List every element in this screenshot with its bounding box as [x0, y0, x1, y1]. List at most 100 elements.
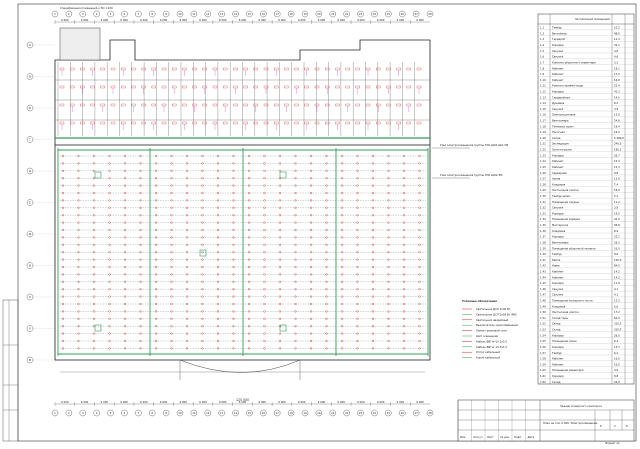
table-cell-area: 8,9 [614, 229, 618, 233]
office-lamp [284, 85, 289, 89]
office-lamp [335, 103, 340, 107]
project-name: Здание складского комплекса [560, 404, 602, 408]
dimension-value: 6 000 [298, 400, 306, 404]
table-cell-number: 1.33 [540, 211, 546, 215]
table-cell-number: 1.9 [540, 72, 544, 76]
office-lamp [274, 67, 279, 71]
table-cell-number: 1.19 [540, 130, 546, 134]
table-cell-number: 1.25 [540, 165, 546, 169]
axis-label: 23 [359, 12, 363, 16]
office-lamp [100, 67, 105, 71]
table-cell-number: 1.36 [540, 229, 546, 233]
office-lamp [151, 85, 156, 89]
office-lamp [223, 121, 228, 125]
table-cell-area: 28,0 [614, 333, 620, 337]
legend-item: Лоток кабельный [476, 350, 500, 354]
table-cell-area: 18,9 [614, 188, 620, 192]
office-lamp [70, 121, 75, 125]
axis-label: 28 [428, 411, 432, 415]
office-lamp [386, 85, 391, 89]
table-cell-name: Кабинет [552, 66, 564, 70]
office-lamp [314, 85, 320, 89]
office-lamp [223, 85, 228, 89]
table-cell-name: Венткамера [552, 119, 569, 123]
axis-label: 16 [262, 12, 266, 16]
table-cell-area: 22,1 [614, 235, 620, 239]
legend-title: Условные обозначения [462, 299, 497, 303]
table-cell-name: Коридор [552, 153, 564, 157]
table-cell-number: 1.8 [540, 66, 544, 70]
table-cell-number: 1.24 [540, 159, 546, 163]
dimension-value: 6 000 [101, 18, 109, 22]
office-lamp [110, 103, 116, 107]
table-cell-name: Экспедиция [552, 142, 569, 146]
office-lamp [141, 67, 146, 71]
table-cell-name: Рампа [552, 258, 561, 262]
office-lamp [90, 67, 95, 71]
table-cell-area: 180,2 [614, 148, 622, 152]
table-cell-number: 1.41 [540, 258, 546, 262]
office-lamp [151, 103, 156, 107]
axis-label: 26 [401, 411, 405, 415]
office-lamp [233, 121, 238, 125]
table-cell-name: Кабинет [552, 72, 564, 76]
axis-label: 17 [276, 12, 280, 16]
dimension-value: 6 000 [160, 400, 168, 404]
room-schedule-table: Экспликация помещений 1.1 Тамбур 10,2 1.2 Ве… [537, 13, 635, 385]
table-cell-number: 1.4 [540, 43, 544, 47]
table-cell-name: Кладовая [552, 304, 566, 308]
dimension-value: 6 000 [278, 18, 286, 22]
office-lamp [161, 103, 167, 107]
dimension-value: 6 000 [259, 400, 267, 404]
side-stamp [2, 299, 19, 442]
office-lamp [131, 67, 136, 71]
table-cell-name: Склад [552, 136, 561, 140]
title-block: Изм. Кол.уч Лист № док. Подп. Дата Здание скл… [457, 399, 635, 445]
table-cell-number: 1.30 [540, 194, 546, 198]
table-cell-name: Кабинет [552, 269, 564, 273]
dimension-value: 6 000 [120, 400, 128, 404]
office-lamp [345, 67, 350, 71]
table-cell-area: 4,1 [614, 293, 618, 297]
title-block-label: Кол.уч [474, 435, 483, 439]
office-lamp [70, 85, 75, 89]
table-cell-name: Помещение зарядки [552, 217, 580, 221]
axis-label: 16 [262, 411, 266, 415]
table-cell-number: 1.20 [540, 136, 546, 140]
office-lamp [80, 121, 85, 125]
office-lamp [59, 121, 65, 125]
table-cell-area: 4,6 [614, 49, 618, 53]
axis-label: М [29, 358, 31, 362]
table-cell-number: 1.13 [540, 95, 546, 99]
table-cell-number: 1.37 [540, 235, 546, 239]
table-cell-number: 1.42 [540, 264, 546, 268]
table-cell-name: Гардеробная [552, 95, 570, 99]
table-cell-number: 1.28 [540, 182, 546, 186]
office-lamp [355, 85, 360, 89]
table-cell-area: 42,0 [614, 217, 620, 221]
table-cell-area: 36,8 [614, 223, 620, 227]
dimension-value: 6 000 [318, 400, 326, 404]
table-cell-number: 1.11 [540, 84, 546, 88]
legend-item: Светильник ДСП 2х36 Вт [476, 307, 511, 311]
axis-label: К [29, 295, 31, 299]
table-cell-name: Серверная [552, 171, 567, 175]
table-cell-area: 3,2 [614, 60, 618, 64]
office-lamp [212, 103, 218, 107]
title-block-label: Дата [528, 435, 535, 439]
axis-label: 13 [220, 12, 224, 16]
dimension-value: 6 000 [416, 18, 424, 22]
dimension-value: 6 000 [101, 400, 109, 404]
table-cell-number: 1.56 [540, 345, 546, 349]
warehouse-lighting-grid [57, 148, 429, 356]
office-lamp [253, 103, 258, 107]
office-lamp [100, 85, 105, 89]
spec-title: Экспликация помещений [575, 17, 610, 21]
office-lamp [151, 67, 156, 71]
office-lamp [182, 103, 187, 107]
axis-label: Л [29, 327, 31, 331]
office-lamp [212, 121, 218, 125]
office-lamp [172, 67, 177, 71]
office-lamp [274, 121, 279, 125]
table-cell-number: 1.48 [540, 299, 546, 303]
